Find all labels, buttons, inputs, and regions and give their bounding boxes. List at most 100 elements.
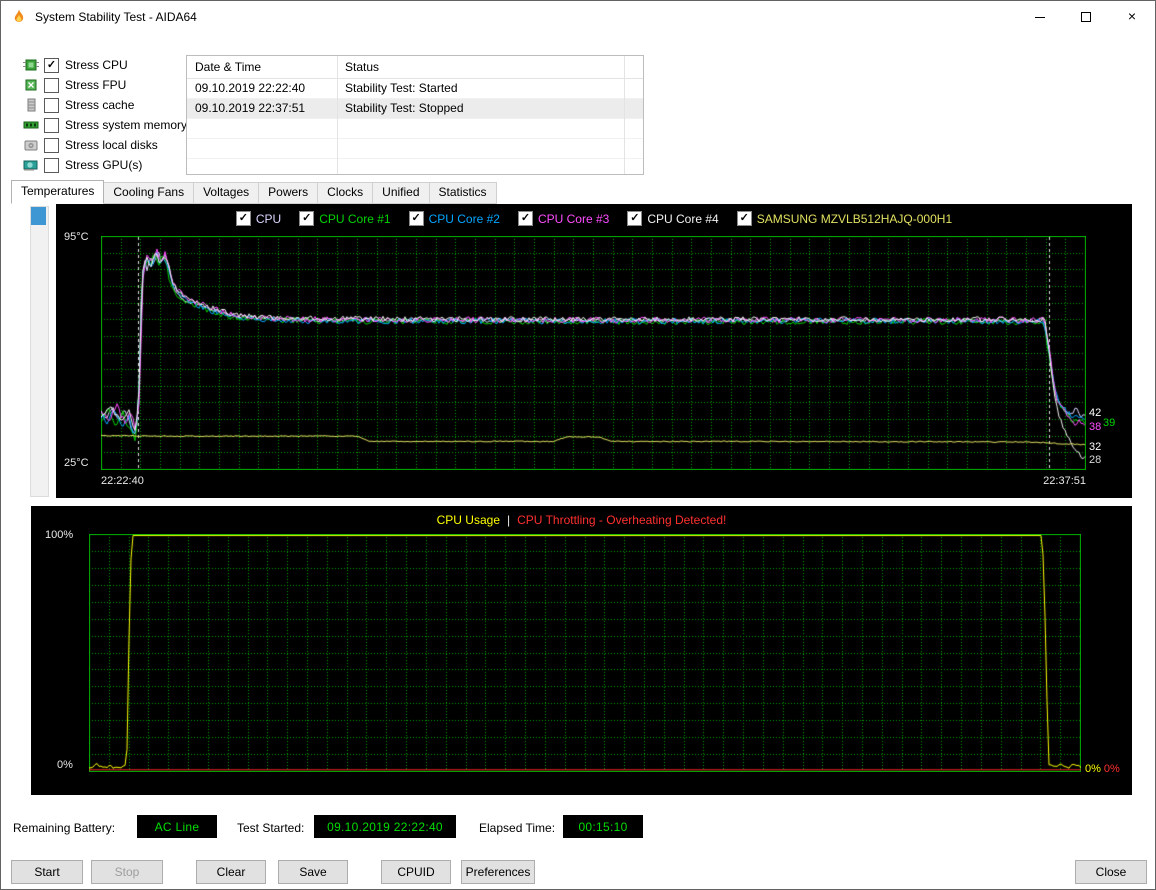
- gpu-icon: [23, 157, 39, 173]
- stress-option-gpu[interactable]: Stress GPU(s): [23, 155, 187, 175]
- battery-label: Remaining Battery:: [13, 821, 115, 835]
- stress-disks-checkbox[interactable]: [44, 138, 59, 153]
- stress-disks-label: Stress local disks: [65, 138, 158, 152]
- usage-ymin-label: 0%: [57, 759, 73, 771]
- temp-legend: CPU CPU Core #1 CPU Core #2 CPU Core #3 CPU …: [56, 211, 1132, 226]
- temp-ymin-label: 25°C: [64, 457, 89, 469]
- stress-fpu-checkbox[interactable]: [44, 78, 59, 93]
- legend-checkbox[interactable]: [627, 211, 642, 226]
- stress-option-cpu[interactable]: Stress CPU: [23, 55, 187, 75]
- temperature-chart: [101, 236, 1086, 470]
- test-started-label: Test Started:: [237, 821, 304, 835]
- legend-checkbox[interactable]: [737, 211, 752, 226]
- usage-title-separator: |: [507, 513, 510, 527]
- log-row-stopped[interactable]: 09.10.2019 22:37:51 Stability Test: Stop…: [187, 99, 643, 119]
- stress-memory-checkbox[interactable]: [44, 118, 59, 133]
- cpuid-button[interactable]: CPUID: [381, 860, 451, 884]
- tab-clocks[interactable]: Clocks: [317, 182, 373, 204]
- legend-item[interactable]: CPU Core #3: [518, 211, 609, 226]
- legend-item[interactable]: CPU Core #1: [299, 211, 390, 226]
- titlebar[interactable]: System Stability Test - AIDA64 ×: [1, 1, 1155, 33]
- log-row-started[interactable]: 09.10.2019 22:22:40 Stability Test: Star…: [187, 79, 643, 99]
- temp-scale-slider-thumb[interactable]: [31, 207, 46, 225]
- log-cell-status: Stability Test: Stopped: [345, 99, 615, 118]
- temperature-chart-panel: CPU CPU Core #1 CPU Core #2 CPU Core #3 CPU …: [56, 204, 1132, 498]
- log-cell-status: Stability Test: Started: [345, 79, 615, 98]
- throttling-warning-text: CPU Throttling - Overheating Detected!: [517, 513, 726, 527]
- stress-cache-label: Stress cache: [65, 98, 134, 112]
- log-table-header: Date & Time Status: [187, 56, 643, 79]
- usage-title-text: CPU Usage: [437, 513, 500, 527]
- temp-scale-slider[interactable]: [30, 206, 49, 497]
- minimize-icon: [1035, 17, 1045, 18]
- clear-button[interactable]: Clear: [196, 860, 266, 884]
- window-title: System Stability Test - AIDA64: [35, 10, 197, 24]
- usage-ymax-label: 100%: [45, 529, 73, 541]
- legend-item[interactable]: CPU: [236, 211, 281, 226]
- cpu-usage-chart: [89, 534, 1081, 772]
- stress-memory-label: Stress system memory: [65, 118, 187, 132]
- temp-xstart-label: 22:22:40: [101, 475, 144, 487]
- stress-option-memory[interactable]: Stress system memory: [23, 115, 187, 135]
- tab-temperatures[interactable]: Temperatures: [11, 180, 104, 204]
- close-button[interactable]: ×: [1109, 1, 1155, 33]
- legend-label: CPU Core #1: [319, 212, 390, 226]
- stress-option-cache[interactable]: Stress cache: [23, 95, 187, 115]
- log-column-datetime[interactable]: Date & Time: [195, 56, 335, 78]
- stress-option-fpu[interactable]: Stress FPU: [23, 75, 187, 95]
- save-button[interactable]: Save: [278, 860, 348, 884]
- log-column-divider: [624, 56, 625, 174]
- stress-cpu-checkbox[interactable]: [44, 58, 59, 73]
- end-value-label: 38: [1089, 421, 1101, 433]
- legend-item[interactable]: SAMSUNG MZVLB512HAJQ-000H1: [737, 211, 952, 226]
- temp-end-values: 423938 3228: [1089, 204, 1132, 498]
- throttling-end-value: 0%: [1104, 763, 1120, 775]
- tab-statistics[interactable]: Statistics: [429, 182, 497, 204]
- cache-icon: [23, 97, 39, 113]
- legend-checkbox[interactable]: [518, 211, 533, 226]
- temp-xend-label: 22:37:51: [1043, 475, 1086, 487]
- end-value-label: 28: [1089, 454, 1101, 466]
- legend-checkbox[interactable]: [409, 211, 424, 226]
- log-cell-datetime: 09.10.2019 22:37:51: [195, 99, 335, 118]
- memory-icon: [23, 117, 39, 133]
- stress-options-list: Stress CPU Stress FPU Stress cache Stres…: [23, 55, 187, 175]
- stress-option-disks[interactable]: Stress local disks: [23, 135, 187, 155]
- maximize-button[interactable]: [1063, 1, 1109, 33]
- legend-checkbox[interactable]: [299, 211, 314, 226]
- cpu-icon: [23, 57, 39, 73]
- legend-item[interactable]: CPU Core #2: [409, 211, 500, 226]
- legend-checkbox[interactable]: [236, 211, 251, 226]
- log-column-status[interactable]: Status: [345, 56, 615, 78]
- start-button[interactable]: Start: [11, 860, 83, 884]
- close-dialog-button[interactable]: Close: [1075, 860, 1147, 884]
- tab-cooling-fans[interactable]: Cooling Fans: [103, 182, 194, 204]
- log-column-divider: [337, 56, 338, 174]
- tab-unified[interactable]: Unified: [372, 182, 429, 204]
- end-value-label: 39: [1103, 417, 1115, 429]
- elapsed-time-label: Elapsed Time:: [479, 821, 555, 835]
- stability-log-table: Date & Time Status 09.10.2019 22:22:40 S…: [186, 55, 644, 175]
- disk-icon: [23, 137, 39, 153]
- stress-gpu-checkbox[interactable]: [44, 158, 59, 173]
- tab-powers[interactable]: Powers: [258, 182, 318, 204]
- end-value-label: 32: [1089, 441, 1101, 453]
- legend-label: SAMSUNG MZVLB512HAJQ-000H1: [757, 212, 952, 226]
- preferences-button[interactable]: Preferences: [461, 860, 535, 884]
- temp-ymax-label: 95°C: [64, 231, 89, 243]
- end-value-label: 42: [1089, 407, 1101, 419]
- stop-button[interactable]: Stop: [91, 860, 163, 884]
- close-icon: ×: [1109, 1, 1155, 33]
- aida64-flame-icon: [11, 9, 27, 25]
- tab-voltages[interactable]: Voltages: [193, 182, 259, 204]
- log-row-empty: [187, 159, 643, 175]
- fpu-icon: [23, 77, 39, 93]
- log-row-empty: [187, 139, 643, 159]
- system-stability-test-window: System Stability Test - AIDA64 × Stress …: [0, 0, 1156, 890]
- minimize-button[interactable]: [1017, 1, 1063, 33]
- stress-cache-checkbox[interactable]: [44, 98, 59, 113]
- cpu-usage-chart-panel: CPU Usage | CPU Throttling - Overheating…: [31, 506, 1132, 795]
- legend-item[interactable]: CPU Core #4: [627, 211, 718, 226]
- legend-label: CPU Core #2: [429, 212, 500, 226]
- log-row-empty: [187, 119, 643, 139]
